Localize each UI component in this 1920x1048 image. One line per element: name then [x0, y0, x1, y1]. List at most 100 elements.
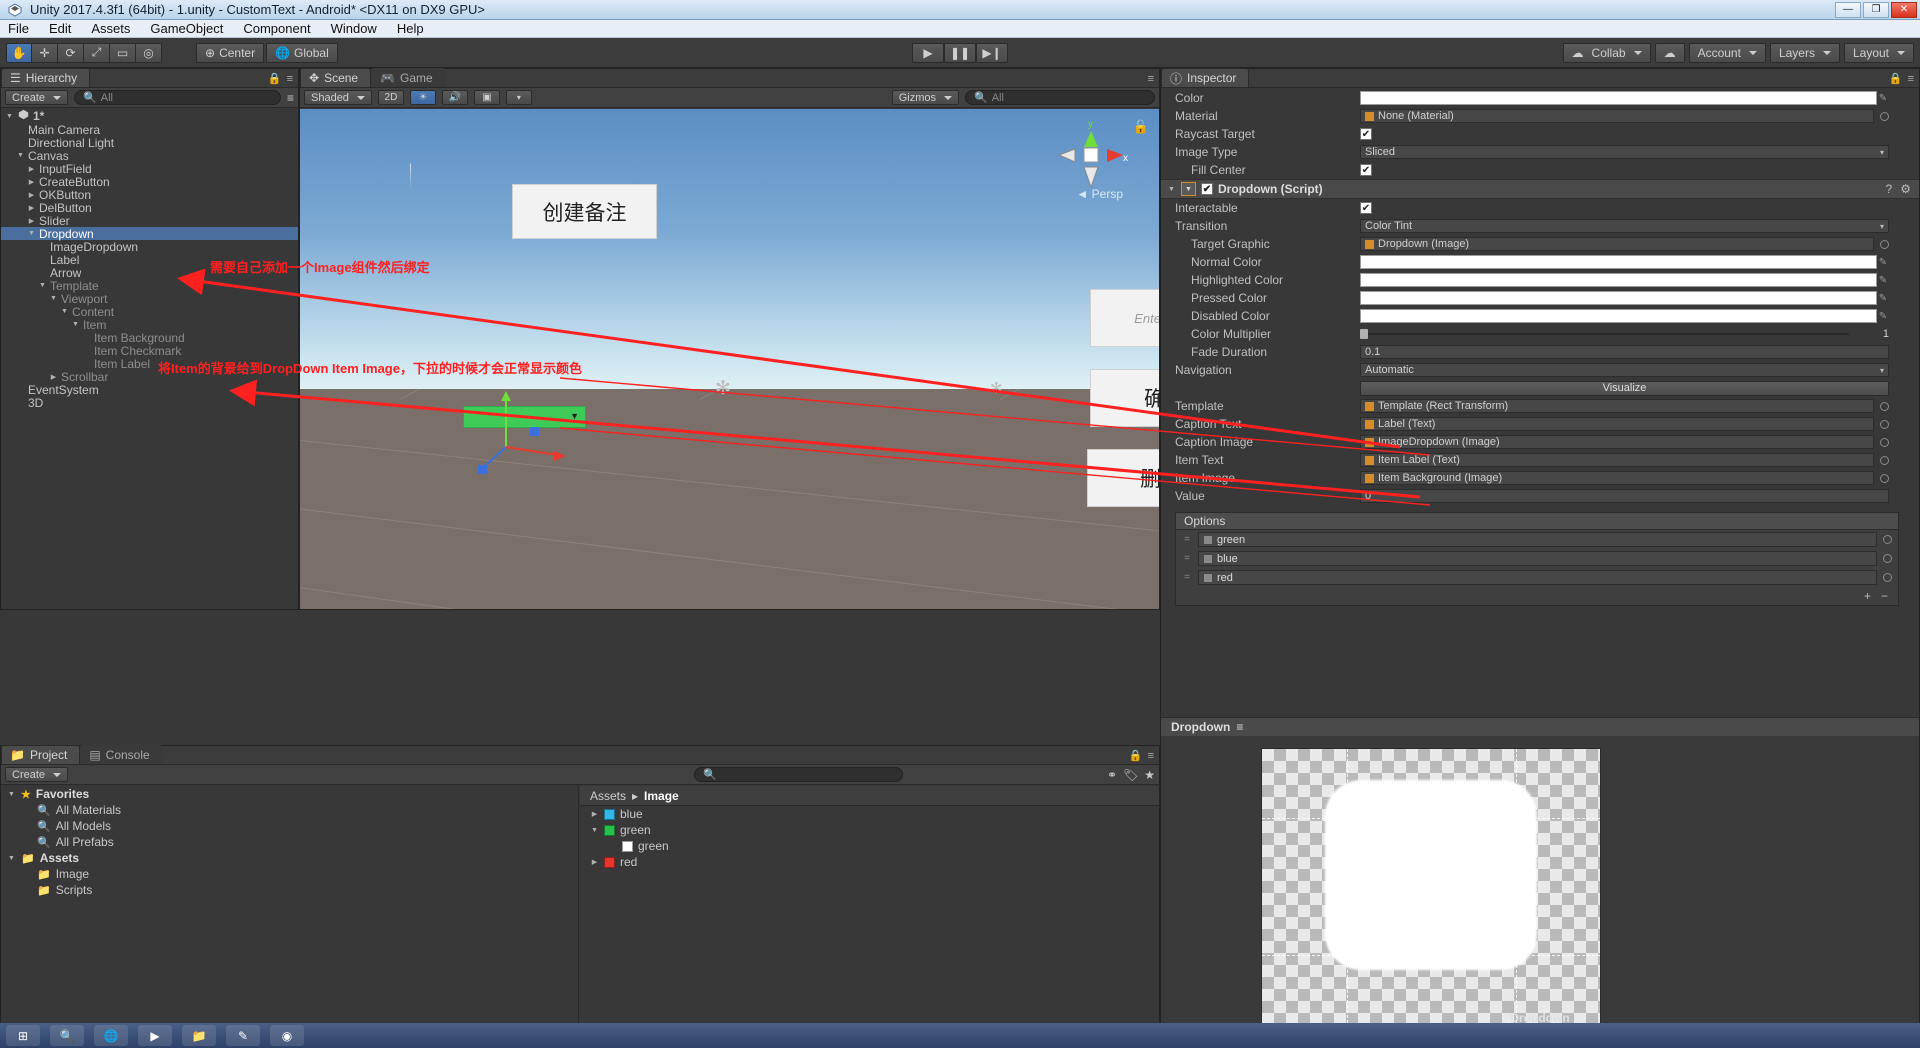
field-item-text[interactable]: Item Label (Text) — [1360, 453, 1874, 467]
hierarchy-item-viewport[interactable]: ▼ Viewport — [1, 292, 298, 306]
favorite-icon[interactable]: ★ — [1144, 768, 1155, 782]
option-row[interactable]: = green — [1176, 530, 1898, 549]
project-tree-item-all-prefabs[interactable]: 🔍 All Prefabs — [1, 834, 578, 850]
filter-type-icon[interactable]: ⚭ — [1107, 768, 1117, 782]
rotate-tool-icon[interactable]: ⟳ — [58, 42, 84, 63]
chevron-down-icon[interactable]: ▼ — [16, 152, 25, 159]
field-template[interactable]: Template (Rect Transform) — [1360, 399, 1874, 413]
scene-perspective-label[interactable]: ◄ Persp — [1076, 187, 1123, 201]
menu-item-window[interactable]: Window — [331, 21, 377, 36]
lock-icon[interactable]: 🔒 — [1129, 749, 1143, 762]
pause-button[interactable]: ❚❚ — [944, 42, 976, 63]
scene-input-field[interactable]: Enter text... — [1090, 289, 1159, 347]
scene-gizmos-dropdown[interactable]: Gizmos — [891, 90, 959, 105]
chevron-down-icon[interactable]: ▼ — [590, 827, 599, 834]
hierarchy-item-eventsystem[interactable]: ·EventSystem — [1, 383, 298, 397]
panel-menu-icon[interactable]: ≡ — [1908, 73, 1914, 85]
tab-console[interactable]: ▤ Console — [80, 745, 163, 764]
scene-fx-dropdown[interactable]: ▾ — [505, 90, 532, 105]
checkbox-fill-center[interactable]: ✔ — [1360, 164, 1372, 176]
asset-row[interactable]: ▼ green — [580, 822, 1159, 838]
chevron-down-icon[interactable]: ▼ — [7, 855, 16, 862]
asset-preview-header[interactable]: Dropdown ≡ — [1161, 718, 1919, 736]
minimize-button[interactable]: — — [1835, 1, 1861, 18]
add-option-button[interactable]: + — [1864, 589, 1871, 603]
field-value[interactable]: 0 — [1360, 489, 1889, 503]
scene-create-note-button[interactable]: 创建备注 — [512, 184, 657, 239]
hierarchy-item-imagedropdown[interactable]: ·ImageDropdown — [1, 240, 298, 254]
chevron-right-icon[interactable]: ▶ — [49, 373, 58, 381]
tab-scene[interactable]: ✥ Scene — [300, 68, 372, 87]
hierarchy-item-main-camera[interactable]: ·Main Camera — [1, 123, 298, 137]
scene-audio-toggle[interactable]: 🔊 — [441, 90, 468, 105]
scene-ok-button[interactable]: 确定 — [1090, 369, 1159, 427]
chevron-right-icon[interactable]: ▶ — [27, 178, 36, 186]
play-button[interactable]: ▶ — [912, 42, 944, 63]
object-picker-icon[interactable] — [1880, 437, 1889, 447]
filter-label-icon[interactable]: 🏷 — [1123, 768, 1138, 782]
panel-menu-icon[interactable]: ≡ — [287, 73, 293, 85]
object-picker-icon[interactable] — [1880, 419, 1889, 429]
hierarchy-item-delbutton[interactable]: ▶ DelButton — [1, 201, 298, 215]
chevron-right-icon[interactable]: ▶ — [27, 217, 36, 225]
color-swatch-color[interactable] — [1360, 91, 1877, 105]
panel-menu-icon[interactable]: ≡ — [1148, 73, 1154, 85]
chevron-down-icon[interactable]: ▼ — [1167, 186, 1176, 193]
scale-tool-icon[interactable]: ⤢ — [84, 42, 110, 63]
hierarchy-item-item-checkmark[interactable]: ·Item Checkmark — [1, 344, 298, 358]
scene-lighting-toggle[interactable]: ☀ — [409, 90, 436, 105]
start-button-icon[interactable]: ⊞ — [6, 1025, 40, 1046]
hierarchy-item-item-background[interactable]: ·Item Background — [1, 331, 298, 345]
option-row[interactable]: = red — [1176, 568, 1898, 587]
option-picker-icon[interactable] — [1883, 535, 1892, 544]
drag-handle-icon[interactable]: = — [1182, 534, 1192, 545]
field-item-image[interactable]: Item Background (Image) — [1360, 471, 1874, 485]
step-button[interactable]: ▶❙ — [976, 42, 1008, 63]
chevron-down-icon[interactable]: ▼ — [49, 295, 58, 302]
field-fade-duration[interactable]: 0.1 — [1360, 345, 1889, 359]
field-target-graphic[interactable]: Dropdown (Image) — [1360, 237, 1874, 251]
panel-menu-icon[interactable]: ≡ — [287, 91, 294, 105]
eyedropper-icon[interactable]: ✎ — [1877, 93, 1889, 104]
object-picker-icon[interactable] — [1880, 239, 1889, 249]
component-enabled-checkbox[interactable]: ✔ — [1201, 183, 1213, 195]
menu-item-assets[interactable]: Assets — [91, 21, 130, 36]
field-navigation[interactable]: Automatic ▾ — [1360, 363, 1889, 377]
account-button[interactable]: Account — [1688, 42, 1766, 63]
drag-handle-icon[interactable]: = — [1182, 553, 1192, 564]
tab-inspector[interactable]: ⓘ Inspector — [1161, 68, 1250, 87]
option-picker-icon[interactable] — [1883, 573, 1892, 582]
pivot-mode-button[interactable]: ⊕ Center — [196, 42, 265, 63]
project-tree-item-all-materials[interactable]: 🔍 All Materials — [1, 802, 578, 818]
dropdown-script-header[interactable]: ▼ ▼ ✔ Dropdown (Script) ? ⚙ — [1161, 179, 1919, 199]
visualize-button[interactable]: Visualize — [1360, 380, 1889, 396]
taskbar-app-icon[interactable]: ◉ — [270, 1025, 304, 1046]
lock-icon[interactable]: 🔒 — [1889, 72, 1903, 85]
chevron-down-icon[interactable]: ▼ — [7, 791, 16, 798]
breadcrumb-root[interactable]: Assets — [590, 789, 626, 803]
scene-delete-button[interactable]: 删除 — [1087, 449, 1159, 507]
field-image-type[interactable]: Sliced ▾ — [1360, 145, 1889, 159]
taskbar-browser-icon[interactable]: 🌐 — [94, 1025, 128, 1046]
hierarchy-item-slider[interactable]: ▶ Slider — [1, 214, 298, 228]
project-search-input[interactable]: 🔍 — [694, 767, 904, 782]
color-swatch-pressed-color[interactable] — [1360, 291, 1877, 305]
slider-knob[interactable] — [1360, 329, 1368, 339]
move-gizmo[interactable] — [450, 379, 580, 509]
field-transition[interactable]: Color Tint ▾ — [1360, 219, 1889, 233]
option-field[interactable]: blue — [1198, 551, 1877, 566]
slider-track[interactable] — [1360, 329, 1849, 339]
gear-icon[interactable]: ⚙ — [1900, 182, 1911, 196]
hierarchy-item-template[interactable]: ▼ Template — [1, 279, 298, 293]
menu-item-component[interactable]: Component — [243, 21, 310, 36]
hierarchy-item-canvas[interactable]: ▼ Canvas — [1, 149, 298, 163]
project-tree-item-scripts[interactable]: 📁 Scripts — [1, 882, 578, 898]
eyedropper-icon[interactable]: ✎ — [1877, 293, 1889, 304]
chevron-down-icon[interactable]: ▼ — [71, 321, 80, 328]
lock-icon[interactable]: 🔒 — [268, 72, 282, 85]
maximize-button[interactable]: ❐ — [1863, 1, 1889, 18]
asset-row[interactable]: ▶ red — [580, 854, 1159, 870]
project-tree-item-image[interactable]: 📁 Image — [1, 866, 578, 882]
collab-button[interactable]: ☁ Collab — [1562, 42, 1651, 63]
rect-tool-icon[interactable]: ▭ — [110, 42, 136, 63]
